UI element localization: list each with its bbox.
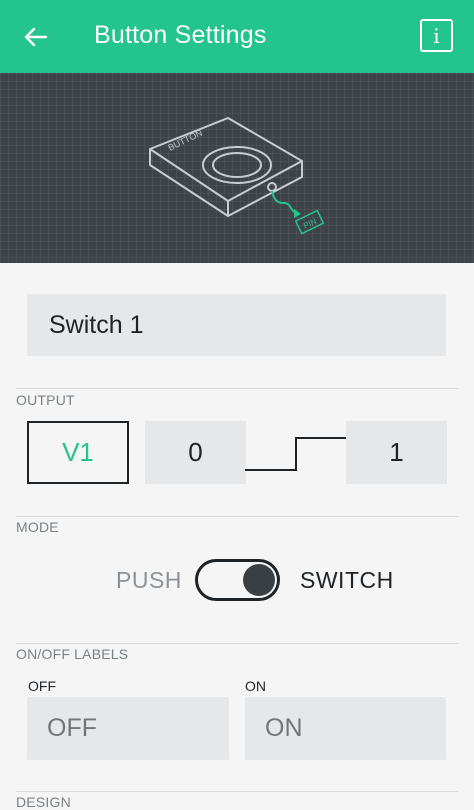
arrow-left-icon — [24, 27, 48, 47]
widget-name-input[interactable] — [27, 294, 446, 356]
output-section-label: OUTPUT — [16, 392, 75, 408]
divider — [16, 643, 458, 644]
page-title: Button Settings — [94, 21, 267, 49]
device-label: BUTTON — [166, 128, 203, 153]
toggle-knob — [243, 564, 275, 596]
on-label-input[interactable] — [245, 697, 446, 760]
pin-select-button[interactable]: V1 — [27, 421, 129, 484]
onoff-section-label: ON/OFF LABELS — [16, 646, 129, 662]
widget-illustration: BUTTON PIN — [0, 73, 474, 263]
info-button[interactable]: i — [420, 19, 453, 52]
back-button[interactable] — [18, 20, 54, 54]
mode-section-label: MODE — [16, 519, 59, 535]
off-label-caption: OFF — [28, 678, 56, 694]
off-label-input[interactable] — [27, 697, 229, 760]
pin-tag-label: PIN — [302, 217, 318, 231]
info-icon: i — [433, 24, 440, 48]
divider — [16, 791, 458, 792]
output-low-value[interactable]: 0 — [145, 421, 246, 484]
mode-toggle-switch[interactable] — [195, 559, 280, 601]
mode-push-label[interactable]: PUSH — [116, 567, 182, 594]
output-high-value[interactable]: 1 — [346, 421, 447, 484]
design-section-label: DESIGN — [16, 794, 71, 810]
on-label-caption: ON — [245, 678, 266, 694]
divider — [16, 516, 458, 517]
divider — [16, 388, 458, 389]
step-signal-graph — [245, 437, 346, 471]
mode-switch-label[interactable]: SWITCH — [300, 567, 394, 594]
button-device-illustration: BUTTON PIN — [149, 117, 325, 235]
app-header: Button Settings i — [0, 0, 474, 73]
